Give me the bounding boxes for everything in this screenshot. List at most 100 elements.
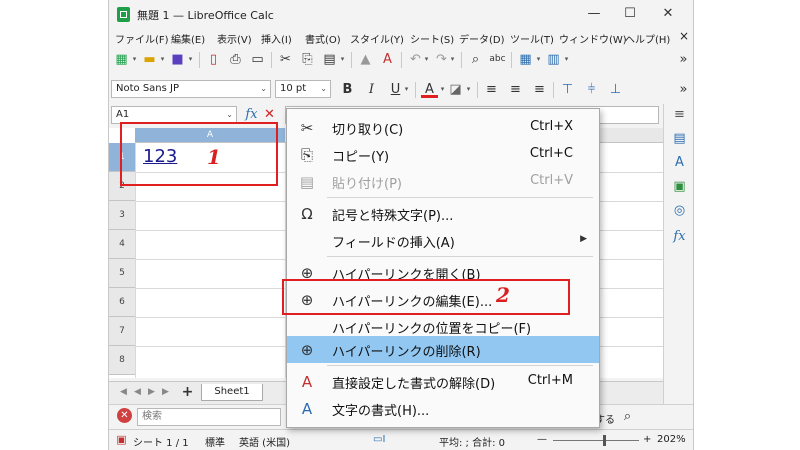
zoom-out-button[interactable]: — bbox=[537, 434, 547, 445]
save-icon[interactable]: ■ bbox=[169, 51, 186, 68]
function-wizard-icon[interactable]: fx bbox=[243, 106, 260, 123]
paste-icon[interactable]: ▤ bbox=[321, 51, 338, 68]
redo-icon[interactable]: ↷ bbox=[433, 51, 450, 68]
standard-toolbar: ▦ ▾ ▬ ▾ ■ ▾ ▯ ⎙ ▭ ✂ ⎘ ▤ ▾ ▲ A ↶ ▾ ↷ ▾ ⌕ … bbox=[109, 48, 693, 72]
menu-item-cut[interactable]: ✂ 切り取り(C) Ctrl+X bbox=[287, 114, 599, 141]
menu-file[interactable]: ファイル(F) bbox=[115, 31, 169, 46]
row-header-3[interactable]: 3 bbox=[109, 201, 135, 230]
cut-icon[interactable]: ✂ bbox=[277, 51, 294, 68]
add-sheet-button[interactable]: + bbox=[179, 384, 196, 401]
menu-edit[interactable]: 編集(E) bbox=[171, 31, 205, 46]
highlight-dropdown-icon[interactable]: ▾ bbox=[465, 82, 472, 96]
clone-format-icon[interactable]: ▲ bbox=[357, 51, 374, 68]
menu-item-remove-hyperlink[interactable]: ⊕ ハイパーリンクの削除(R) bbox=[287, 336, 599, 363]
menu-item-character[interactable]: A 文字の書式(H)... bbox=[287, 395, 599, 422]
font-name-box[interactable]: Noto Sans JP ⌄ bbox=[111, 80, 271, 98]
navigator-icon[interactable]: ◎ bbox=[671, 202, 688, 219]
bold-button[interactable]: B bbox=[339, 81, 356, 98]
open-dropdown-icon[interactable]: ▾ bbox=[159, 52, 166, 66]
document-modified-icon[interactable]: ▣ bbox=[113, 431, 130, 448]
align-center-icon[interactable]: ≡ bbox=[507, 81, 524, 98]
row-header-7[interactable]: 7 bbox=[109, 317, 135, 346]
row-header-6[interactable]: 6 bbox=[109, 288, 135, 317]
font-size-box[interactable]: 10 pt ⌄ bbox=[275, 80, 331, 98]
zoom-in-button[interactable]: + bbox=[643, 434, 651, 445]
maximize-button[interactable]: ☐ bbox=[615, 4, 645, 24]
menu-item-copy[interactable]: ⎘ コピー(Y) Ctrl+C bbox=[287, 141, 599, 168]
font-name-dropdown-icon[interactable]: ⌄ bbox=[260, 81, 267, 97]
gallery-icon[interactable]: ▣ bbox=[671, 178, 688, 195]
menu-styles[interactable]: スタイル(Y) bbox=[350, 31, 404, 46]
undo-dropdown-icon[interactable]: ▾ bbox=[423, 52, 430, 66]
open-folder-icon[interactable]: ▬ bbox=[141, 51, 158, 68]
toolbar-overflow-icon[interactable]: » bbox=[675, 81, 692, 98]
print-icon[interactable]: ⎙ bbox=[227, 51, 244, 68]
font-color-button[interactable]: A bbox=[421, 81, 438, 98]
font-size-dropdown-icon[interactable]: ⌄ bbox=[320, 81, 327, 97]
close-button[interactable]: ✕ bbox=[653, 4, 683, 24]
menubar-close-icon[interactable]: × bbox=[679, 29, 689, 43]
row-header-5[interactable]: 5 bbox=[109, 259, 135, 288]
selection-mode-icon[interactable]: ▭I bbox=[373, 434, 385, 445]
styles-icon[interactable]: A bbox=[671, 154, 688, 171]
functions-icon[interactable]: fx bbox=[671, 228, 688, 245]
align-bottom-icon[interactable]: ⊥ bbox=[607, 81, 624, 98]
find-replace-icon[interactable]: ⌕ bbox=[619, 408, 636, 425]
row-dropdown-icon[interactable]: ▾ bbox=[535, 52, 542, 66]
menu-insert[interactable]: 挿入(I) bbox=[261, 31, 292, 46]
page-style[interactable]: 標準 bbox=[205, 434, 225, 449]
zoom-slider[interactable] bbox=[553, 440, 639, 441]
copy-icon[interactable]: ⎘ bbox=[299, 51, 316, 68]
redo-dropdown-icon[interactable]: ▾ bbox=[449, 52, 456, 66]
menu-format[interactable]: 書式(O) bbox=[305, 31, 341, 46]
menu-item-insert-field[interactable]: フィールドの挿入(A) ▶ bbox=[287, 227, 599, 254]
column-icon[interactable]: ▥ bbox=[545, 51, 562, 68]
underline-button[interactable]: U bbox=[387, 81, 404, 98]
save-dropdown-icon[interactable]: ▾ bbox=[187, 52, 194, 66]
sheet-tab-sheet1[interactable]: Sheet1 bbox=[201, 384, 263, 401]
align-top-icon[interactable]: ⊤ bbox=[559, 81, 576, 98]
export-pdf-icon[interactable]: ▯ bbox=[205, 51, 222, 68]
menu-data[interactable]: データ(D) bbox=[459, 31, 505, 46]
new-document-icon[interactable]: ▦ bbox=[113, 51, 130, 68]
print-preview-icon[interactable]: ▭ bbox=[249, 51, 266, 68]
find-replace-icon[interactable]: ⌕ bbox=[467, 51, 484, 68]
center-vertically-icon[interactable]: ⫩ bbox=[583, 81, 600, 98]
undo-icon[interactable]: ↶ bbox=[407, 51, 424, 68]
column-dropdown-icon[interactable]: ▾ bbox=[563, 52, 570, 66]
menu-item-special-character[interactable]: Ω 記号と特殊文字(P)... bbox=[287, 200, 599, 227]
clear-format-icon[interactable]: A bbox=[379, 51, 396, 68]
highlight-color-icon[interactable]: ◪ bbox=[447, 81, 464, 98]
menu-tools[interactable]: ツール(T) bbox=[510, 31, 554, 46]
menu-sheet[interactable]: シート(S) bbox=[410, 31, 454, 46]
find-input[interactable]: 検索 bbox=[137, 408, 281, 426]
sidebar-menu-icon[interactable]: ≡ bbox=[671, 106, 688, 123]
menu-view[interactable]: 表示(V) bbox=[217, 31, 252, 46]
menu-item-clear-direct-formatting[interactable]: A 直接設定した書式の解除(D) Ctrl+M bbox=[287, 368, 599, 395]
font-color-dropdown-icon[interactable]: ▾ bbox=[439, 82, 446, 96]
zoom-slider-thumb[interactable] bbox=[603, 435, 606, 446]
new-dropdown-icon[interactable]: ▾ bbox=[131, 52, 138, 66]
close-find-bar-icon[interactable]: ✕ bbox=[117, 408, 132, 423]
row-icon[interactable]: ▦ bbox=[517, 51, 534, 68]
menu-help[interactable]: ヘルプ(H) bbox=[625, 31, 670, 46]
row-header-8[interactable]: 8 bbox=[109, 346, 135, 375]
name-box-dropdown-icon[interactable]: ⌄ bbox=[226, 107, 233, 123]
zoom-level[interactable]: 202% bbox=[657, 434, 686, 445]
minimize-button[interactable]: — bbox=[579, 4, 609, 24]
language[interactable]: 英語 (米国) bbox=[239, 434, 290, 449]
paste-dropdown-icon[interactable]: ▾ bbox=[339, 52, 346, 66]
omega-icon: Ω bbox=[301, 205, 313, 223]
spelling-icon[interactable]: abc bbox=[489, 51, 506, 68]
menu-item-paste[interactable]: ▤ 貼り付け(P) Ctrl+V bbox=[287, 168, 599, 195]
italic-button[interactable]: I bbox=[363, 81, 380, 98]
properties-icon[interactable]: ▤ bbox=[671, 130, 688, 147]
row-header-4[interactable]: 4 bbox=[109, 230, 135, 259]
last-sheet-icon[interactable]: ▶ bbox=[157, 384, 174, 401]
menu-window[interactable]: ウィンドウ(W) bbox=[559, 31, 627, 46]
underline-dropdown-icon[interactable]: ▾ bbox=[403, 82, 410, 96]
toolbar-overflow-icon[interactable]: » bbox=[675, 51, 692, 68]
align-left-icon[interactable]: ≡ bbox=[483, 81, 500, 98]
align-right-icon[interactable]: ≡ bbox=[531, 81, 548, 98]
formula-cancel-icon[interactable]: ✕ bbox=[261, 106, 278, 123]
